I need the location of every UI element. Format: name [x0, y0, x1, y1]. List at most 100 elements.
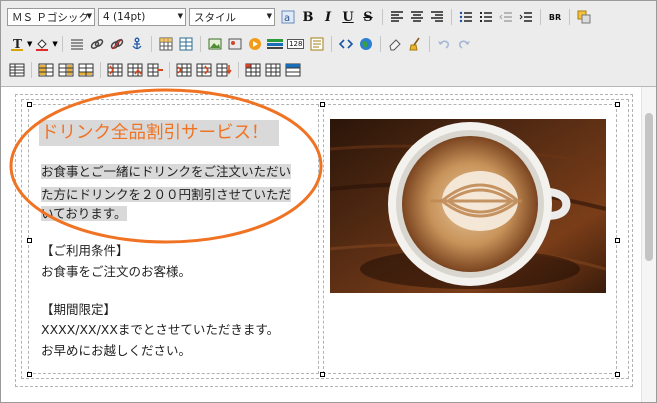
table-properties-button[interactable] — [177, 35, 195, 53]
font-size-select[interactable]: 4 (14pt) ▼ — [98, 8, 186, 26]
ordered-list-button[interactable] — [457, 8, 475, 26]
resize-handle[interactable] — [27, 102, 32, 107]
anchor-button[interactable] — [128, 35, 146, 53]
cell-properties-icon — [245, 63, 261, 77]
merge-cells-button[interactable] — [175, 61, 193, 79]
code-icon — [338, 39, 353, 49]
font-size-value: 4 (14pt) — [103, 11, 146, 23]
insert-row-below-button[interactable] — [57, 61, 75, 79]
highlight-color-button[interactable] — [33, 35, 51, 53]
insert-table-button[interactable] — [157, 35, 175, 53]
insert-bar-button[interactable] — [266, 35, 284, 53]
insert-media-button[interactable] — [246, 35, 264, 53]
separator — [451, 9, 452, 25]
intro-line-1: お食事とご一緒にドリンクをご注文いただい — [41, 164, 292, 179]
insert-link-button[interactable] — [88, 35, 106, 53]
indent-icon — [519, 12, 532, 22]
table-borders-button[interactable] — [284, 61, 302, 79]
line-break-button[interactable]: BR — [546, 8, 564, 26]
underline-button[interactable]: U — [339, 8, 357, 26]
style-select[interactable]: スタイル ▼ — [189, 8, 275, 26]
promo-title-highlight: ドリンク全品割引サービス！ — [39, 120, 279, 146]
chevron-down-icon[interactable]: ▼ — [52, 40, 57, 48]
merge-cells-icon — [176, 63, 192, 77]
table-layout-button[interactable] — [8, 61, 26, 79]
separator — [330, 36, 332, 52]
delete-cell-button[interactable] — [215, 61, 233, 79]
align-center-button[interactable] — [408, 8, 426, 26]
font-family-select[interactable]: ＭＳ Ｐゴシック ▼ — [7, 8, 95, 26]
horizontal-rule-button[interactable] — [68, 35, 86, 53]
split-cells-button[interactable] — [195, 61, 213, 79]
image-icon — [208, 38, 222, 50]
closing-text: お早めにお越しください。 — [41, 343, 192, 358]
table-128-button[interactable]: 128 — [286, 35, 306, 53]
text-color-button[interactable]: T — [8, 35, 26, 53]
outdent-button[interactable] — [497, 8, 515, 26]
redo-button[interactable] — [455, 35, 473, 53]
align-left-button[interactable] — [388, 8, 406, 26]
italic-button[interactable]: I — [319, 8, 337, 26]
resize-handle[interactable] — [615, 102, 620, 107]
source-code-button[interactable] — [337, 35, 355, 53]
cell-properties-button[interactable] — [244, 61, 262, 79]
insert-row-below-icon — [58, 63, 74, 77]
delete-cell-icon — [216, 63, 232, 77]
style-value: スタイル — [194, 11, 236, 24]
eraser-button[interactable] — [386, 35, 404, 53]
resize-handle[interactable] — [615, 372, 620, 377]
text-format-button[interactable]: a — [279, 8, 297, 26]
resize-handle[interactable] — [27, 372, 32, 377]
delete-row-icon — [78, 63, 94, 77]
layer-button[interactable] — [575, 8, 593, 26]
promo-title: ドリンク全品割引サービス！ — [41, 123, 269, 143]
delete-column-icon — [147, 63, 163, 77]
resize-handle[interactable] — [320, 102, 325, 107]
horizontal-rule-icon — [70, 39, 83, 50]
table-icon — [159, 37, 173, 51]
insert-column-right-icon — [127, 63, 143, 77]
separator — [150, 36, 152, 52]
chevron-down-icon: ▼ — [266, 12, 272, 20]
vertical-scrollbar[interactable] — [641, 87, 656, 402]
align-right-button[interactable] — [428, 8, 446, 26]
indent-button[interactable] — [517, 8, 535, 26]
web-preview-button[interactable] — [357, 35, 375, 53]
media-icon — [248, 38, 261, 50]
chevron-down-icon[interactable]: ▼ — [27, 40, 32, 48]
scrollbar-thumb[interactable] — [645, 113, 653, 261]
insert-image-button[interactable] — [206, 35, 224, 53]
unordered-list-icon — [480, 12, 492, 22]
coffee-photo[interactable] — [330, 119, 606, 293]
text-format-icon: a — [281, 10, 295, 24]
text-color-icon: T — [11, 37, 23, 51]
row-properties-button[interactable] — [264, 61, 282, 79]
separator — [569, 9, 570, 25]
image-properties-icon — [228, 38, 242, 50]
unlink-icon — [110, 38, 123, 50]
bold-button[interactable]: B — [299, 8, 317, 26]
delete-column-button[interactable] — [146, 61, 164, 79]
strikethrough-button[interactable]: S — [359, 8, 377, 26]
insert-column-left-button[interactable] — [106, 61, 124, 79]
undo-icon — [437, 40, 449, 49]
separator — [61, 36, 63, 52]
separator — [379, 36, 381, 52]
insert-row-above-button[interactable] — [37, 61, 55, 79]
separator — [199, 36, 201, 52]
table-properties-icon — [179, 37, 193, 51]
image-properties-button[interactable] — [226, 35, 244, 53]
unlink-button[interactable] — [108, 35, 126, 53]
resize-handle[interactable] — [320, 372, 325, 377]
form-icon — [310, 37, 324, 51]
clean-format-button[interactable] — [406, 35, 424, 53]
toolbar-row-3 — [7, 59, 303, 81]
form-button[interactable] — [308, 35, 326, 53]
insert-column-right-button[interactable] — [126, 61, 144, 79]
unordered-list-button[interactable] — [477, 8, 495, 26]
outdent-icon — [499, 12, 512, 22]
resize-handle[interactable] — [27, 238, 32, 243]
resize-handle[interactable] — [615, 238, 620, 243]
delete-row-button[interactable] — [77, 61, 95, 79]
undo-button[interactable] — [435, 35, 453, 53]
